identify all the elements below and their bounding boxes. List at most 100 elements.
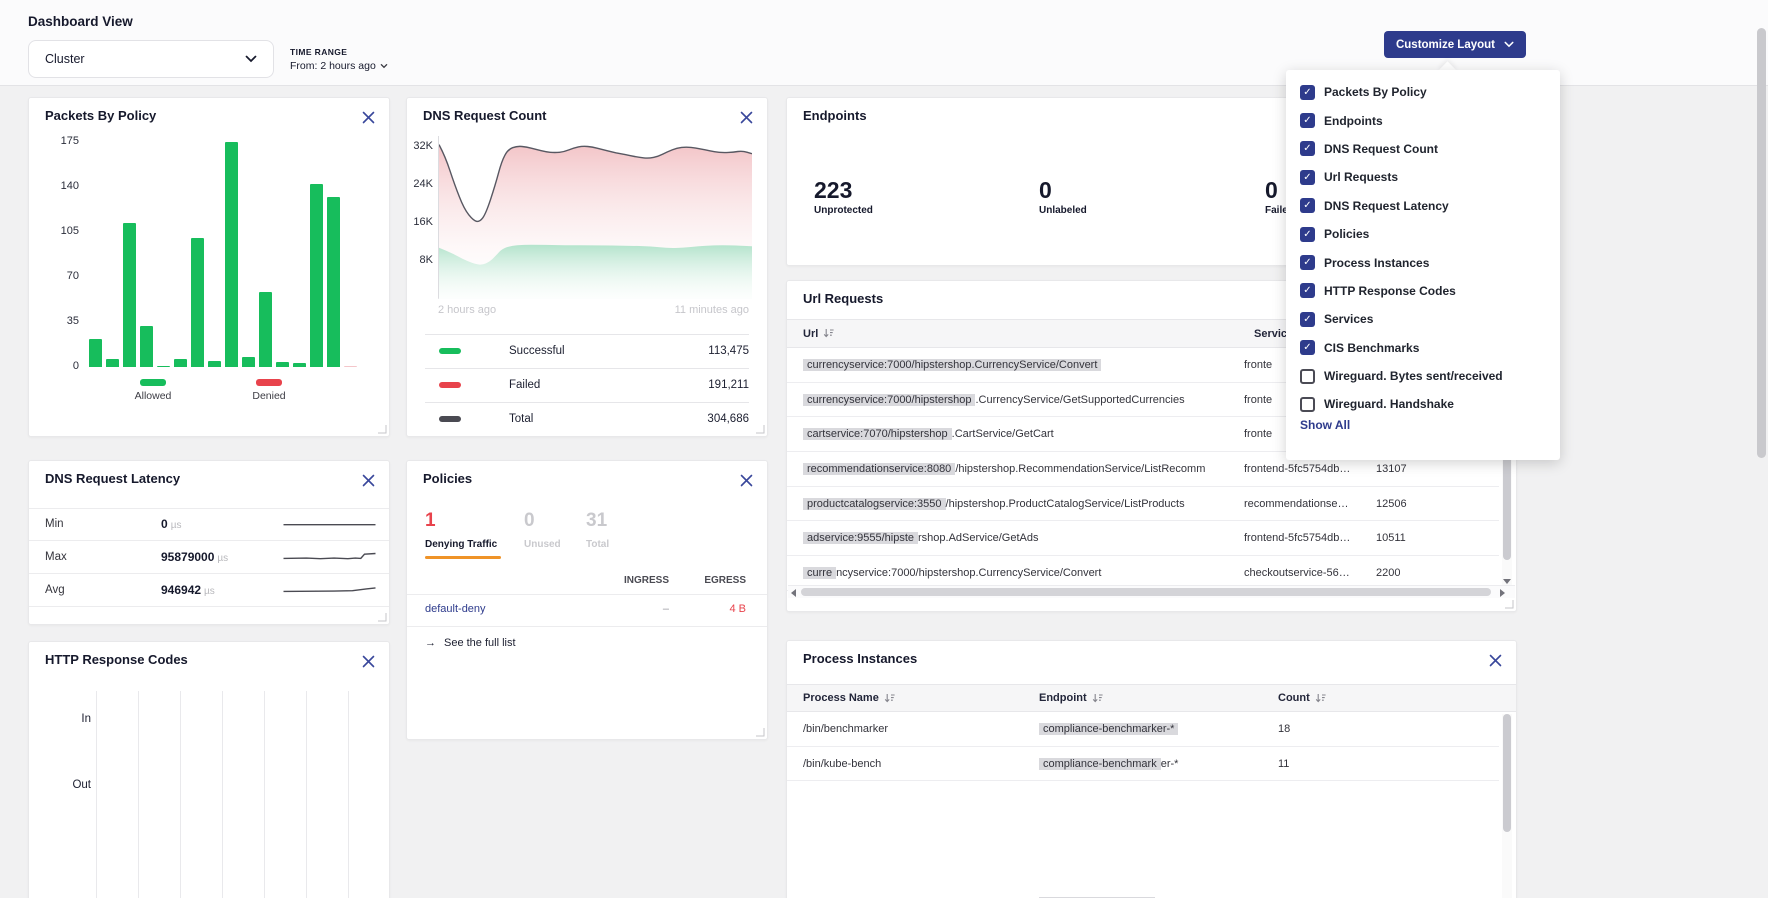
count-cell: 13107 — [1376, 463, 1407, 475]
divider — [407, 594, 767, 595]
column-header-count[interactable]: Count — [1278, 692, 1326, 704]
sparkline — [283, 583, 376, 598]
policy-link-default-deny[interactable]: default-deny — [425, 603, 486, 615]
stat-unused[interactable]: 0 Unused — [524, 509, 561, 550]
checkbox-icon[interactable]: ✓ — [1300, 198, 1315, 213]
menu-item-services[interactable]: ✓ Services — [1286, 305, 1560, 333]
menu-item-dns-request-latency[interactable]: ✓ DNS Request Latency — [1286, 192, 1560, 220]
latency-unit: µs — [217, 553, 228, 564]
customize-layout-menu: ✓Packets By Policy✓Endpoints✓DNS Request… — [1286, 70, 1560, 460]
see-full-list-link[interactable]: → See the full list — [425, 637, 516, 649]
resize-handle[interactable] — [756, 728, 765, 737]
table-row[interactable]: /bin/benchmarkercompliance-benchmarker-*… — [787, 712, 1499, 747]
menu-item-endpoints[interactable]: ✓Endpoints — [1286, 106, 1560, 134]
horizontal-scrollbar[interactable] — [788, 585, 1515, 598]
resize-handle[interactable] — [756, 425, 765, 434]
latency-label: Max — [45, 551, 105, 563]
latency-row-max: Max 95879000µs — [29, 541, 389, 574]
page-title: Dashboard View — [28, 14, 133, 29]
menu-item-wireguard-bytes-sent-received[interactable]: Wireguard. Bytes sent/received — [1286, 362, 1560, 390]
column-header-ingress: INGRESS — [621, 575, 669, 586]
menu-item-dns-request-count[interactable]: ✓DNS Request Count — [1286, 135, 1560, 163]
card-title: Process Instances — [803, 651, 917, 666]
menu-item-policies[interactable]: ✓Policies — [1286, 220, 1560, 248]
menu-item-cis-benchmarks[interactable]: ✓CIS Benchmarks — [1286, 334, 1560, 362]
count-cell: 2200 — [1376, 567, 1400, 579]
bar-chart — [89, 142, 361, 367]
latency-value: 95879000µs — [161, 550, 228, 564]
checkbox-icon[interactable] — [1300, 397, 1315, 412]
table-row[interactable]: benchmarkercompliance-benchmarker-*9 — [787, 886, 1499, 898]
card-title: Policies — [423, 471, 472, 486]
resize-handle[interactable] — [378, 613, 387, 622]
bar — [242, 357, 255, 367]
column-header-endpoint[interactable]: Endpoint — [1039, 692, 1103, 704]
time-range-value[interactable]: From: 2 hours ago — [290, 60, 388, 72]
chart-grid — [96, 691, 349, 898]
card-title: DNS Request Count — [423, 108, 547, 123]
divider — [407, 626, 767, 627]
show-all-link[interactable]: Show All — [1300, 418, 1350, 432]
column-header-url[interactable]: Url — [803, 328, 834, 340]
view-selector[interactable]: Cluster — [28, 40, 274, 78]
table-row[interactable]: adservice:9555/hipstershop.AdService/Get… — [787, 521, 1499, 556]
stat-total[interactable]: 31 Total — [586, 509, 609, 550]
close-icon[interactable] — [737, 471, 755, 489]
url-highlight: recommendationservice:8080 — [803, 463, 955, 475]
menu-item-label: Wireguard. Bytes sent/received — [1324, 369, 1503, 383]
checkbox-icon[interactable]: ✓ — [1300, 141, 1315, 156]
close-icon[interactable] — [1486, 651, 1504, 669]
card-title: Endpoints — [803, 108, 867, 123]
legend-row-successful: Successful 113,475 — [425, 334, 749, 368]
legend-allowed: Allowed — [115, 379, 191, 402]
menu-item-label: Services — [1324, 312, 1373, 326]
url-cell: adservice:9555/hipstershop.AdService/Get… — [803, 532, 1244, 544]
close-icon[interactable] — [737, 108, 755, 126]
clipped-row-container: benchmarkercompliance-benchmarker-*9 — [787, 886, 1499, 898]
checkbox-icon[interactable]: ✓ — [1300, 113, 1315, 128]
arrow-right-icon: → — [425, 637, 436, 649]
close-icon[interactable] — [359, 471, 377, 489]
service-cell: recommendationse… — [1244, 498, 1376, 510]
checkbox-icon[interactable]: ✓ — [1300, 85, 1315, 100]
menu-item-wireguard-handshake[interactable]: Wireguard. Handshake — [1286, 390, 1560, 418]
checkbox-icon[interactable]: ✓ — [1300, 255, 1315, 270]
checkbox-icon[interactable]: ✓ — [1300, 340, 1315, 355]
close-icon[interactable] — [359, 108, 377, 126]
bar — [344, 366, 357, 368]
column-header-process-name[interactable]: Process Name — [803, 692, 895, 704]
endpoint-highlight: compliance-benchmarker-* — [1039, 723, 1178, 735]
checkbox-icon[interactable] — [1300, 369, 1315, 384]
url-highlight: productcatalogservice:3550 — [803, 498, 946, 510]
menu-item-packets-by-policy[interactable]: ✓Packets By Policy — [1286, 78, 1560, 106]
table-row[interactable]: /bin/kube-benchcompliance-benchmarker-*1… — [787, 747, 1499, 782]
menu-item-http-response-codes[interactable]: ✓HTTP Response Codes — [1286, 277, 1560, 305]
vertical-scrollbar[interactable] — [1502, 714, 1512, 898]
bar — [191, 238, 204, 367]
allowed-swatch — [140, 379, 166, 386]
bar — [276, 362, 289, 367]
resize-handle[interactable] — [1505, 600, 1514, 609]
customize-layout-button[interactable]: Customize Layout — [1384, 31, 1526, 58]
resize-handle[interactable] — [378, 425, 387, 434]
menu-item-process-instances[interactable]: ✓ Process Instances — [1286, 248, 1560, 276]
checkbox-icon[interactable]: ✓ — [1300, 170, 1315, 185]
bar — [89, 339, 102, 367]
y-axis-tick: 0 — [49, 360, 79, 372]
card-dns-request-latency: DNS Request Latency Min0µsMax95879000µsA… — [28, 460, 390, 625]
menu-item-url-requests[interactable]: ✓Url Requests — [1286, 163, 1560, 191]
table-row[interactable]: productcatalogservice:3550/hipstershop.P… — [787, 487, 1499, 522]
checkbox-icon[interactable]: ✓ — [1300, 283, 1315, 298]
checkbox-icon[interactable]: ✓ — [1300, 312, 1315, 327]
menu-item-label: DNS Request Latency — [1324, 199, 1449, 213]
checkbox-icon[interactable]: ✓ — [1300, 227, 1315, 242]
bar — [208, 361, 221, 367]
close-icon[interactable] — [359, 652, 377, 670]
page-scrollbar[interactable] — [1757, 28, 1766, 458]
stat-denying-traffic[interactable]: 1 Denying Traffic — [425, 509, 497, 550]
y-axis-tick: 8K — [403, 254, 433, 266]
card-title: DNS Request Latency — [45, 471, 180, 486]
menu-item-label: Process Instances — [1324, 256, 1429, 270]
sort-icon — [884, 693, 895, 704]
bar — [327, 197, 340, 367]
